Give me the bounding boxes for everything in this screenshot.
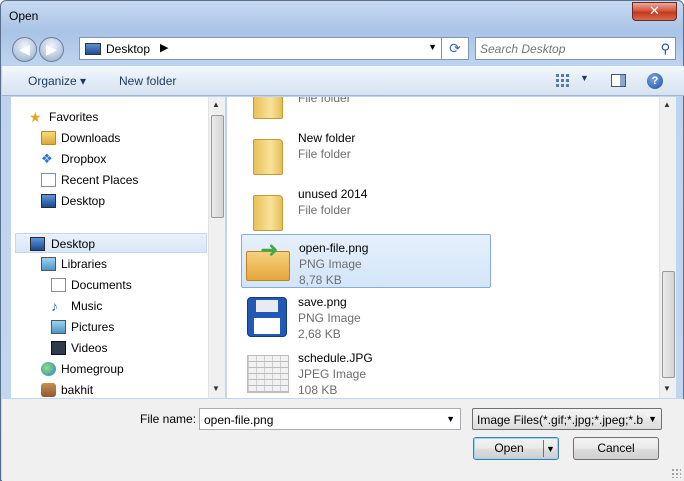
search-icon[interactable]: ⚲ — [660, 41, 670, 57]
open-file-image-icon: ➜ — [246, 237, 290, 283]
scroll-down-icon[interactable]: ▼ — [212, 384, 220, 393]
schedule-image-thumbnail — [245, 349, 289, 393]
help-icon[interactable]: ? — [647, 73, 663, 89]
address-dropdown-icon[interactable]: ▼ — [428, 42, 437, 52]
address-bar[interactable]: Desktop ▶ ▼ — [79, 37, 442, 60]
window-title: Open — [9, 9, 39, 23]
star-icon: ★ — [29, 109, 42, 125]
file-item[interactable]: save.png PNG Image 2,68 KB — [241, 289, 491, 343]
open-dialog: Open ✕ ◀ ▶ Desktop ▶ ▼ ⟳ ⚲ Organize ▾ Ne… — [0, 0, 684, 481]
dropbox-icon: ❖ — [41, 151, 53, 166]
file-name-label: File name: — [140, 412, 197, 426]
close-icon: ✕ — [649, 3, 660, 18]
file-item[interactable]: unused 2014 File folder — [241, 181, 491, 235]
homegroup-icon — [41, 362, 56, 376]
breadcrumb-chevron-icon[interactable]: ▶ — [160, 41, 168, 54]
resize-grip-icon[interactable] — [671, 468, 681, 478]
filter-dropdown-icon: ▼ — [646, 414, 657, 424]
document-icon — [51, 278, 66, 292]
nav-item-desktop[interactable]: Desktop — [15, 233, 207, 253]
file-name-value[interactable]: open-file.png — [204, 413, 273, 427]
recent-places-icon — [41, 173, 56, 187]
file-name-field[interactable]: open-file.png ▼ — [199, 408, 461, 430]
command-toolbar: Organize ▾ New folder ▼ ? — [2, 66, 684, 96]
preview-pane-icon[interactable] — [611, 74, 626, 87]
pictures-icon — [51, 320, 66, 334]
videos-icon — [51, 341, 66, 355]
folder-icon — [245, 97, 289, 119]
refresh-button[interactable]: ⟳ — [442, 37, 469, 60]
scroll-up-icon[interactable]: ▲ — [212, 100, 220, 109]
downloads-folder-icon — [41, 131, 56, 145]
music-icon: ♪ — [51, 298, 58, 314]
address-location[interactable]: Desktop — [106, 42, 150, 56]
title-bar[interactable]: Open ✕ — [1, 1, 683, 31]
back-arrow-icon: ◀ — [19, 41, 30, 57]
file-list: File folder New folder File folder unuse… — [227, 97, 659, 398]
scroll-up-icon[interactable]: ▲ — [663, 100, 671, 109]
scroll-thumb[interactable] — [662, 271, 675, 378]
close-button[interactable]: ✕ — [632, 2, 677, 21]
open-button[interactable]: Open ▼ — [473, 437, 559, 460]
change-view-icon[interactable] — [556, 74, 570, 87]
file-type-filter-select[interactable]: Image Files(*.gif;*.jpg;*.jpeg;*.b ▼ — [472, 408, 662, 430]
back-button[interactable]: ◀ — [12, 37, 37, 62]
folder-icon — [245, 185, 289, 231]
view-options-dropdown-icon[interactable]: ▼ — [580, 73, 589, 83]
forward-button[interactable]: ▶ — [39, 37, 64, 62]
file-item[interactable]: New folder File folder — [241, 125, 491, 179]
libraries-icon — [41, 257, 56, 271]
refresh-icon: ⟳ — [449, 40, 461, 56]
open-split-dropdown-icon[interactable]: ▼ — [546, 439, 555, 460]
scroll-down-icon[interactable]: ▼ — [663, 384, 671, 393]
file-item[interactable]: File folder — [241, 97, 491, 123]
file-item[interactable]: schedule.JPG JPEG Image 108 KB — [241, 345, 491, 398]
file-list-scrollbar[interactable]: ▲ ▼ — [659, 97, 676, 398]
folder-icon — [245, 129, 289, 175]
organize-button[interactable]: Organize ▾ — [28, 74, 86, 88]
split-divider — [543, 440, 544, 457]
file-item-selected[interactable]: ➜ open-file.png PNG Image 8,78 KB — [241, 234, 491, 288]
user-icon — [41, 383, 56, 397]
desktop-icon — [41, 194, 56, 208]
open-button-label: Open — [494, 441, 524, 455]
scroll-thumb[interactable] — [211, 115, 224, 218]
nav-pane-scrollbar[interactable]: ▲ ▼ — [208, 97, 225, 398]
search-box[interactable]: ⚲ — [475, 37, 676, 60]
floppy-disk-icon — [245, 293, 289, 337]
desktop-icon — [85, 43, 101, 55]
navigation-pane: ★ Favorites Downloads ❖ Dropbox Recent P… — [11, 97, 225, 398]
forward-arrow-icon: ▶ — [46, 41, 57, 57]
file-type-filter-value: Image Files(*.gif;*.jpg;*.jpeg;*.b — [477, 413, 644, 427]
dialog-footer: File name: open-file.png ▼ Image Files(*… — [2, 399, 684, 481]
cancel-button[interactable]: Cancel — [573, 437, 659, 460]
desktop-icon — [30, 237, 45, 251]
new-folder-button[interactable]: New folder — [119, 74, 176, 88]
file-name-dropdown-icon[interactable]: ▼ — [446, 414, 455, 424]
search-input[interactable] — [480, 40, 650, 57]
